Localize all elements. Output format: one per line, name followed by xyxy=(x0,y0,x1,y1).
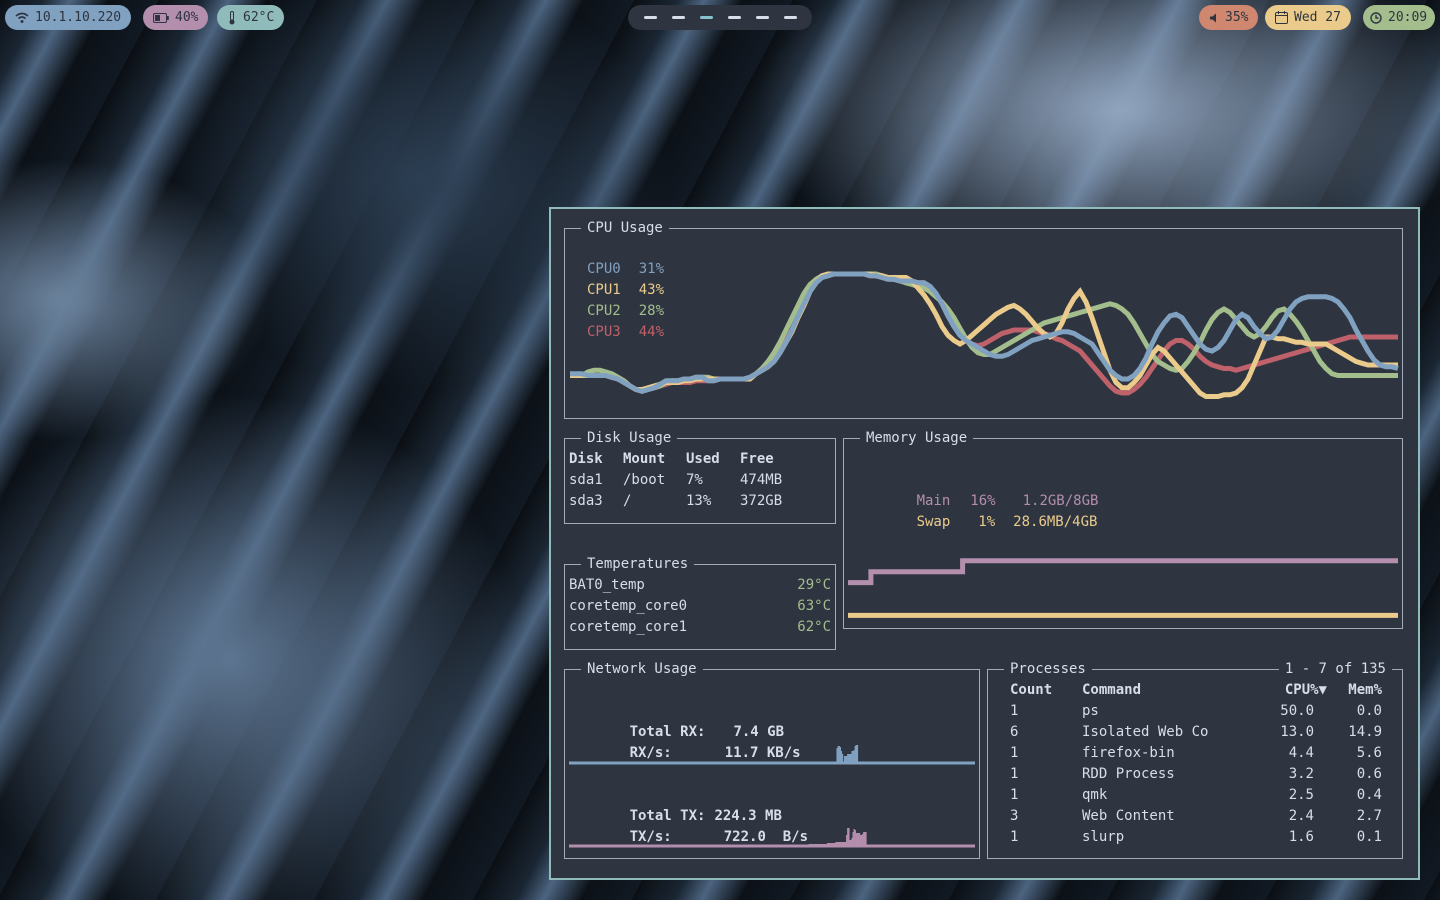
temperature-sensor-name: coretemp_core1 xyxy=(569,619,688,635)
temperature-sensor-value: 29°C xyxy=(797,577,831,593)
process-cell: 50.0 xyxy=(1280,703,1314,719)
network-ip: 10.1.10.220 xyxy=(35,10,122,25)
disk-header-mount: Mount xyxy=(623,451,666,467)
network-usage-panel: Network Usage Total RX: 7.4 GB RX/s: 11.7 … xyxy=(564,660,980,859)
process-cell: 2.7 xyxy=(1356,808,1382,824)
date-status[interactable]: Wed 27 xyxy=(1265,5,1351,30)
process-cell[interactable]: qmk xyxy=(1082,785,1107,806)
memory-main-line xyxy=(848,558,1398,586)
cpu-usage-chart xyxy=(570,271,1399,399)
network-tx-history xyxy=(569,828,975,848)
workspace-6-button[interactable] xyxy=(783,16,797,19)
temperatures-panel-title: Temperatures xyxy=(581,555,695,573)
processes-panel[interactable]: Processes 1 - 7 of 135 Count Command CPU%▼… xyxy=(987,660,1403,859)
process-cell: 0.4 xyxy=(1356,787,1382,803)
process-cell: 1.6 xyxy=(1288,829,1314,845)
processes-header-mem[interactable]: Mem% xyxy=(1348,680,1382,701)
process-cell[interactable]: slurp xyxy=(1082,827,1124,848)
process-cell: 0.1 xyxy=(1356,829,1382,845)
network-rx-history-bar xyxy=(841,754,844,763)
temperature-status[interactable]: 62°C xyxy=(217,5,285,30)
process-cell: 13.0 xyxy=(1280,724,1314,740)
wifi-icon xyxy=(15,12,29,24)
temperature-sensor-value: 62°C xyxy=(797,619,831,635)
workspace-1-button[interactable] xyxy=(643,16,657,19)
disk-header-disk: Disk xyxy=(569,451,603,467)
process-cell[interactable]: firefox-bin xyxy=(1082,743,1175,764)
workspace-5-button[interactable] xyxy=(755,16,769,19)
processes-header-cpu[interactable]: CPU%▼ xyxy=(1285,680,1327,701)
temperature-sensor-value: 63°C xyxy=(797,598,831,614)
disk-cell: /boot xyxy=(623,472,666,488)
volume-level: 35% xyxy=(1225,10,1249,25)
speaker-icon xyxy=(1209,13,1219,23)
disk-cell: sda1 xyxy=(569,472,603,488)
disk-cell: 13% xyxy=(686,493,712,509)
process-cell: 14.9 xyxy=(1348,724,1382,740)
volume-status[interactable]: 35% xyxy=(1199,5,1259,30)
disk-cell: 474MB xyxy=(740,472,783,488)
workspace-switcher xyxy=(628,5,812,30)
process-cell[interactable]: ps xyxy=(1082,701,1099,722)
processes-panel-title: Processes xyxy=(1004,660,1092,678)
process-cell: 1 xyxy=(1010,787,1019,803)
process-cell: 5.6 xyxy=(1356,745,1382,761)
process-cell[interactable]: Isolated Web Co xyxy=(1082,722,1208,743)
memory-usage-chart xyxy=(848,558,1398,618)
temperatures-panel: Temperatures BAT0_temp 29°C coretemp_core0… xyxy=(564,555,836,650)
cpu-usage-panel: CPU Usage CPU0 31% CPU1 43% CPU2 28% CPU3 44% xyxy=(564,219,1403,419)
clock-time: 20:09 xyxy=(1388,10,1428,25)
process-cell[interactable]: Web Content xyxy=(1082,806,1175,827)
workspace-3-button[interactable] xyxy=(699,16,713,19)
processes-header-count[interactable]: Count xyxy=(1010,680,1052,701)
process-cell: 0.6 xyxy=(1356,766,1382,782)
disk-header-used: Used xyxy=(686,451,720,467)
process-cell: 1 xyxy=(1010,766,1019,782)
process-cell: 6 xyxy=(1010,724,1019,740)
clock-icon xyxy=(1370,11,1382,24)
workspace-2-button[interactable] xyxy=(671,16,685,19)
processes-header-command[interactable]: Command xyxy=(1082,680,1141,701)
network-status[interactable]: 10.1.10.220 xyxy=(5,5,132,30)
cpu-temperature: 62°C xyxy=(243,10,275,25)
disk-cell: / xyxy=(623,493,632,509)
temperature-sensor-name: BAT0_temp xyxy=(569,577,645,593)
network-usage-chart xyxy=(569,745,975,848)
process-cell: 3.2 xyxy=(1288,766,1314,782)
process-cell: 1 xyxy=(1010,745,1019,761)
disk-cell: sda3 xyxy=(569,493,603,509)
network-rx-history xyxy=(569,745,975,765)
process-cell: 4.4 xyxy=(1288,745,1314,761)
process-cell: 0.0 xyxy=(1356,703,1382,719)
network-tx-history-bar xyxy=(865,832,867,846)
workspace-4-button[interactable] xyxy=(727,16,741,19)
battery-level: 40% xyxy=(175,10,199,25)
process-cell: 2.5 xyxy=(1288,787,1314,803)
process-cell[interactable]: RDD Process xyxy=(1082,764,1175,785)
battery-icon xyxy=(153,12,169,23)
process-cell: 2.4 xyxy=(1288,808,1314,824)
processes-page-indicator: 1 - 7 of 135 xyxy=(1278,660,1392,678)
disk-cell: 372GB xyxy=(740,493,783,509)
thermometer-icon xyxy=(227,10,237,25)
calendar-icon xyxy=(1275,11,1288,24)
cpu-series-cpu0 xyxy=(570,271,1399,394)
disk-panel-title: Disk Usage xyxy=(581,429,678,447)
date-label: Wed 27 xyxy=(1294,10,1341,25)
temperature-sensor-name: coretemp_core0 xyxy=(569,598,688,614)
disk-usage-panel: Disk Usage Disk Mount Used Free sda1/boot 7% 4… xyxy=(564,429,836,524)
battery-status[interactable]: 40% xyxy=(143,5,209,30)
network-rx-history-bar xyxy=(856,745,859,763)
process-cell: 1 xyxy=(1010,703,1019,719)
disk-header-free: Free xyxy=(740,451,774,467)
system-monitor-window[interactable]: CPU Usage CPU0 31% CPU1 43% CPU2 28% CPU3 44% D… xyxy=(549,207,1420,880)
process-cell: 1 xyxy=(1010,829,1019,845)
disk-cell: 7% xyxy=(686,472,703,488)
process-cell: 3 xyxy=(1010,808,1019,824)
memory-usage-panel: Memory Usage Main 16% 1.2GB/8GB Swap 1% 28.6… xyxy=(843,429,1403,629)
clock-status[interactable]: 20:09 xyxy=(1363,5,1435,30)
cpu-series-line xyxy=(570,271,1399,394)
